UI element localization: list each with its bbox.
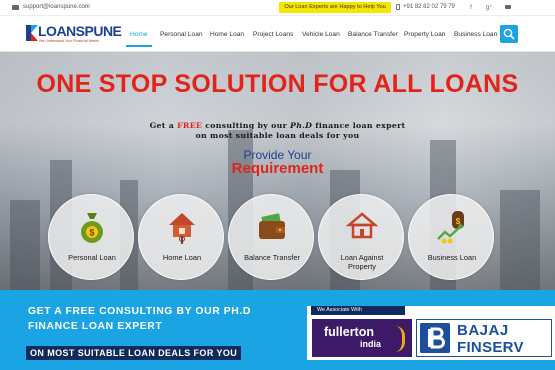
promo-line2: FINANCE LOAN EXPERT <box>28 321 163 332</box>
card-balance-transfer[interactable]: Balance Transfer <box>228 194 314 280</box>
google-plus-icon[interactable]: g⁺ <box>484 3 494 13</box>
promo-band: GET A FREE CONSULTING BY OUR PH.D FINANC… <box>0 290 555 370</box>
logo-tagline: We Understand Your Financial Needs <box>39 39 99 43</box>
promo-line1: GET A FREE CONSULTING BY OUR PH.D <box>28 306 252 317</box>
site-logo[interactable]: LOANSPUNE We Understand Your Financial N… <box>26 23 136 46</box>
card-personal-loan[interactable]: $ Personal Loan <box>48 194 134 280</box>
bajaj-b-icon <box>420 323 450 353</box>
logo-name: LOANSPUNE <box>38 23 122 39</box>
partner-bajaj-name: BAJAJ <box>457 322 509 339</box>
logo-name-part2: PUNE <box>84 23 122 39</box>
hero-sub-phd: Ph.D <box>290 121 313 130</box>
phone-icon <box>396 4 400 10</box>
card-label: Loan Against Property <box>319 253 405 271</box>
nav-item-vehicle-loan[interactable]: Vehicle Loan <box>302 31 340 38</box>
card-label: Business Loan <box>427 253 477 262</box>
phone-number-text: +91 82 82 02 79 79 <box>403 4 455 10</box>
partner-fullerton-name: fullerton <box>324 325 374 339</box>
hero-sub-free: FREE <box>177 121 203 130</box>
partners-header: We Associate With <box>311 306 405 315</box>
phone-number[interactable]: +91 82 82 02 79 79 <box>396 4 455 10</box>
support-email[interactable]: support@loanspune.com <box>12 4 90 10</box>
main-navigation: LOANSPUNE We Understand Your Financial N… <box>0 16 555 52</box>
card-label: Personal Loan <box>68 253 116 262</box>
partner-fullerton-sub: india <box>360 339 382 349</box>
card-home-loan[interactable]: Home Loan <box>138 194 224 280</box>
partners-panel: We Associate With fullerton india BAJAJ … <box>307 306 555 360</box>
card-loan-against-property[interactable]: Loan Against Property <box>318 194 404 280</box>
top-bar: support@loanspune.com Our Loan Experts a… <box>0 0 555 16</box>
hero-subtitle-line1: Get a FREE consulting by our Ph.D financ… <box>0 121 555 130</box>
nav-item-project-loans[interactable]: Project Loans <box>253 31 293 38</box>
house-icon <box>169 213 195 244</box>
envelope-icon <box>12 4 19 10</box>
support-email-text: support@loanspune.com <box>23 4 90 10</box>
email-icon[interactable] <box>503 3 513 13</box>
svg-text:$: $ <box>89 228 94 238</box>
hero-subtitle-line2: on most suitable loan deals for you <box>195 131 360 140</box>
nav-item-business-loan[interactable]: Business Loan <box>454 31 497 38</box>
nav-item-personal-loan[interactable]: Personal Loan <box>160 31 203 38</box>
search-button[interactable] <box>500 25 518 43</box>
nav-item-home-loan[interactable]: Home Loan <box>210 31 244 38</box>
hero-section: ONE STOP SOLUTION FOR ALL LOANS Get a FR… <box>0 52 555 290</box>
business-growth-icon: $ <box>437 211 464 244</box>
card-label: Home Loan <box>162 253 202 262</box>
nav-item-home[interactable]: Home <box>126 31 152 47</box>
card-label: Balance Transfer <box>244 253 300 262</box>
hero-sub-part: Get a <box>149 121 178 130</box>
partner-bajaj-logo[interactable]: BAJAJ FINSERV <box>416 319 552 357</box>
promo-line3: ON MOST SUITABLE LOAN DEALS FOR YOU <box>26 346 242 360</box>
facebook-icon[interactable]: f <box>466 3 476 13</box>
search-icon <box>503 28 515 40</box>
hero-sub-part: finance loan expert <box>312 121 406 130</box>
city-building <box>500 190 540 290</box>
logo-mark-icon <box>26 25 38 41</box>
fullerton-swoosh-icon <box>395 326 405 352</box>
money-bag-icon: $ <box>81 213 103 243</box>
city-building <box>10 200 40 290</box>
hero-title: ONE STOP SOLUTION FOR ALL LOANS <box>36 70 519 98</box>
card-business-loan[interactable]: $ Business Loan <box>408 194 494 280</box>
nav-item-balance-transfer[interactable]: Balance Transfer <box>348 31 398 38</box>
card-label-line2: Property <box>348 262 376 271</box>
help-banner: Our Loan Experts are Happy to Help You <box>279 2 391 13</box>
hero-sub-part: consulting by our <box>202 121 291 130</box>
card-label-line1: Loan Against <box>340 253 384 262</box>
partner-bajaj-sub: FINSERV <box>457 339 524 356</box>
requirement-label: Requirement <box>231 160 324 177</box>
wallet-icon <box>259 213 285 239</box>
nav-item-property-loan[interactable]: Property Loan <box>404 31 445 38</box>
logo-name-part1: LOANS <box>38 23 85 39</box>
partner-fullerton-logo[interactable]: fullerton india <box>312 319 412 357</box>
property-icon <box>346 212 378 239</box>
